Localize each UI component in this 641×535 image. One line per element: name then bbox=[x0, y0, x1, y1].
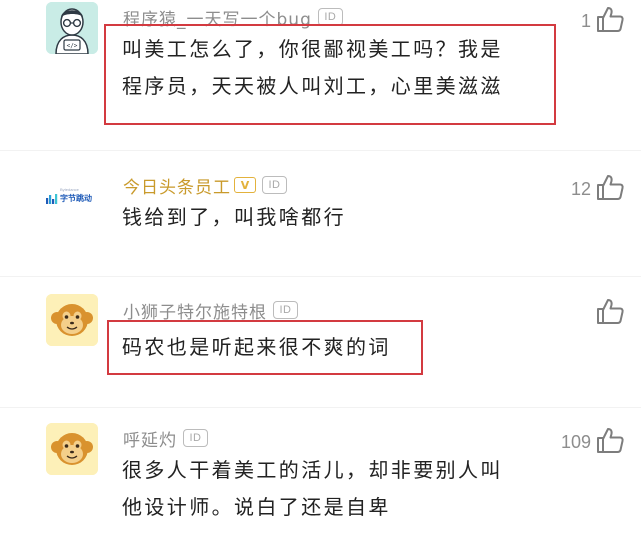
id-badge: ID bbox=[273, 301, 298, 319]
comment-header: 今日头条员工 V ID bbox=[123, 172, 287, 198]
avatar[interactable]: </> bbox=[46, 2, 98, 54]
logo-text: 字节跳动 bbox=[60, 194, 92, 203]
comment-text-line: 他设计师。说白了还是自卑 bbox=[122, 495, 391, 519]
comment-text-line: 叫美工怎么了，你很鄙视美工吗？我是 bbox=[122, 37, 503, 61]
comment-list: </> 程序猿_一天写一个bug ID 1 叫美工怎么了，你很鄙视美工吗？我是 … bbox=[0, 0, 641, 535]
thumbs-up-icon bbox=[597, 7, 624, 32]
username[interactable]: 今日头条员工 bbox=[123, 173, 231, 198]
like-count: 12 bbox=[570, 179, 591, 199]
comment-item: 字节跳动 Bytedance 今日头条员工 V ID 12 钱给到了，叫我啥都行 bbox=[0, 151, 641, 276]
comment-text-line: 很多人干着美工的活儿，却非要别人叫 bbox=[122, 458, 503, 482]
svg-text:</>: </> bbox=[67, 43, 78, 50]
comment-text-line: 程序员，天天被人叫刘工，心里美滋滋 bbox=[122, 74, 503, 98]
avatar[interactable] bbox=[46, 294, 98, 346]
like-button[interactable]: 12 bbox=[571, 170, 625, 202]
comment-text: 码农也是听起来很不爽的词 bbox=[122, 329, 391, 366]
monkey-icon bbox=[46, 423, 98, 475]
comment-text: 很多人干着美工的活儿，却非要别人叫 他设计师。说白了还是自卑 bbox=[122, 452, 503, 526]
avatar[interactable] bbox=[46, 423, 98, 475]
id-badge: ID bbox=[262, 176, 287, 194]
comment-text-line: 码农也是听起来很不爽的词 bbox=[122, 335, 391, 359]
comment-text: 钱给到了，叫我啥都行 bbox=[122, 199, 346, 236]
comment-text-line: 钱给到了，叫我啥都行 bbox=[122, 205, 346, 229]
thumbs-up-icon bbox=[597, 428, 624, 453]
programmer-face-icon: </> bbox=[46, 2, 98, 54]
thumbs-up-icon bbox=[597, 299, 624, 324]
like-button[interactable]: 1 bbox=[581, 2, 625, 34]
comment-header: 呼延灼 ID bbox=[123, 425, 208, 451]
like-button[interactable]: 109 bbox=[561, 423, 625, 455]
thumbs-up-icon bbox=[597, 175, 624, 200]
like-count: 1 bbox=[580, 11, 591, 31]
id-badge: ID bbox=[183, 429, 208, 447]
comment-item: 呼延灼 ID 109 很多人干着美工的活儿，却非要别人叫 他设计师。说白了还是自… bbox=[0, 408, 641, 535]
bytedance-logo: 字节跳动 bbox=[46, 193, 98, 204]
comment-text: 叫美工怎么了，你很鄙视美工吗？我是 程序员，天天被人叫刘工，心里美滋滋 bbox=[122, 31, 503, 105]
monkey-icon bbox=[46, 294, 98, 346]
comment-item: 小狮子特尔施特根 ID 码农也是听起来很不爽的词 bbox=[0, 277, 641, 407]
avatar[interactable]: 字节跳动 Bytedance bbox=[46, 169, 98, 213]
username[interactable]: 呼延灼 bbox=[123, 426, 177, 451]
comment-item: </> 程序猿_一天写一个bug ID 1 叫美工怎么了，你很鄙视美工吗？我是 … bbox=[0, 0, 641, 150]
bytedance-bars-icon bbox=[46, 193, 58, 204]
like-count: 109 bbox=[560, 432, 591, 452]
like-button[interactable] bbox=[591, 294, 625, 326]
username[interactable]: 小狮子特尔施特根 bbox=[123, 298, 267, 323]
verified-badge: V bbox=[234, 177, 256, 193]
logo-small-text: Bytedance bbox=[60, 187, 79, 192]
